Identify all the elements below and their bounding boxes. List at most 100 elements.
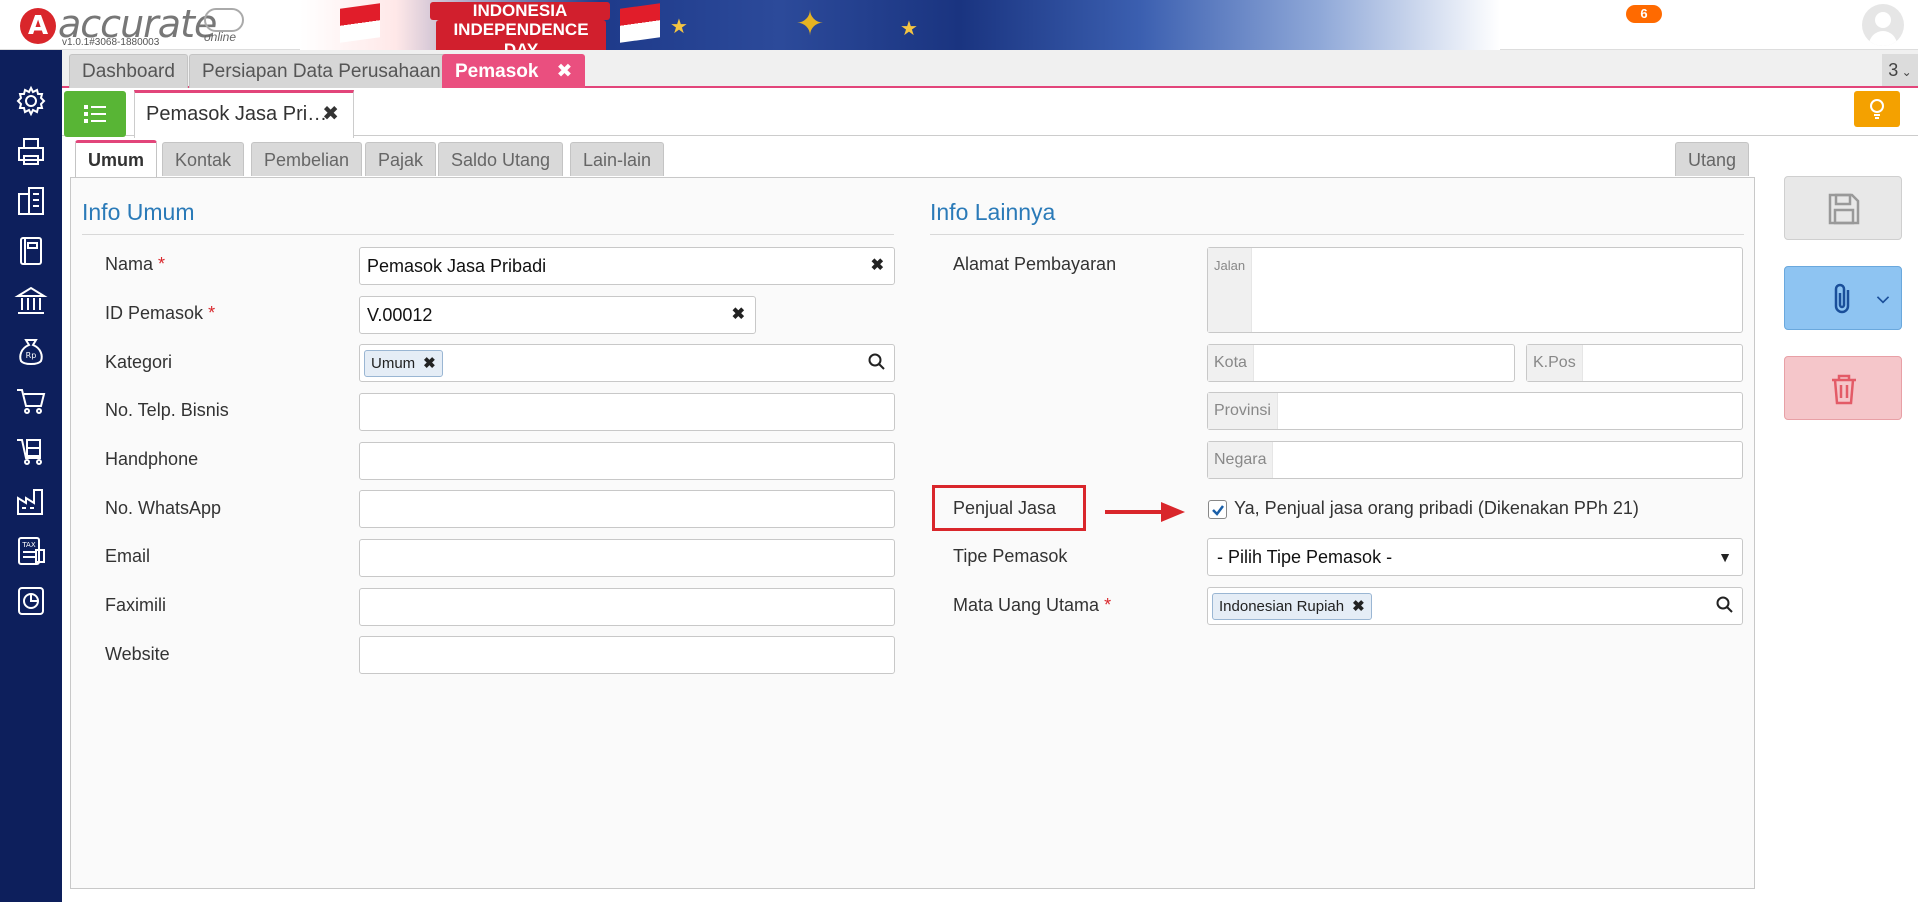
kota-input[interactable]: Kota [1207,344,1515,382]
kategori-chip[interactable]: Umum ✖ [364,350,443,377]
flag-icon [340,3,380,43]
id-pemasok-label: ID Pemasok * [105,303,215,324]
clear-icon[interactable]: ✖ [732,297,745,333]
penjual-jasa-checkbox-label[interactable]: Ya, Penjual jasa orang pribadi (Dikenaka… [1234,498,1639,519]
search-icon[interactable] [868,353,886,371]
book-icon[interactable] [14,234,48,268]
kategori-input[interactable]: Umum ✖ [359,344,895,382]
tab-overflow-count[interactable]: 3 ⌄ [1882,54,1918,86]
id-pemasok-label-text: ID Pemasok [105,303,204,323]
chevron-down-icon [1876,296,1890,304]
email-input[interactable] [359,539,895,577]
tab-label: Pemasok [455,61,539,82]
kpos-input[interactable]: K.Pos [1526,344,1743,382]
mata-uang-chip-label: Indonesian Rupiah [1219,598,1345,615]
jalan-textarea[interactable]: Jalan [1207,247,1743,333]
floppy-icon [1828,193,1860,225]
website-input[interactable] [359,636,895,674]
notification-badge[interactable]: 6 [1626,5,1662,23]
tab-saldo-utang[interactable]: Saldo Utang [438,142,564,176]
cart-stack-icon[interactable] [14,434,48,468]
tab-label: Dashboard [82,61,175,82]
save-button[interactable] [1784,176,1902,240]
tax-icon[interactable]: TAX [14,534,48,568]
factory-icon[interactable] [14,484,48,518]
gear-icon[interactable] [14,84,48,118]
bank-icon[interactable] [14,284,48,318]
mata-uang-chip[interactable]: Indonesian Rupiah ✖ [1212,593,1372,620]
website-label: Website [105,644,170,664]
document-bar: Pemasok Jasa Pri… ✖ [62,88,1918,138]
list-icon [84,105,106,123]
id-pemasok-input[interactable]: V.00012 ✖ [359,296,756,334]
banner-title-line1: INDONESIA [430,2,610,20]
search-icon[interactable] [1716,596,1734,614]
flag-icon [620,3,660,43]
remove-chip-icon[interactable]: ✖ [423,355,436,372]
nama-input[interactable]: Pemasok Jasa Pribadi ✖ [359,247,895,285]
list-menu-button[interactable] [64,91,126,137]
kota-placeholder: Kota [1208,345,1254,381]
tab-lain-lain[interactable]: Lain-lain [570,142,665,176]
search-icon[interactable] [1506,10,1536,40]
help-icon[interactable]: ? [1563,10,1593,40]
attach-button[interactable] [1784,266,1902,330]
tipe-pemasok-label: Tipe Pemasok [953,546,1068,566]
cart-icon[interactable] [14,384,48,418]
arrow-annotation-icon [1105,502,1185,522]
penjual-jasa-label: Penjual Jasa [953,498,1057,518]
document-tab[interactable]: Pemasok Jasa Pri… ✖ [134,90,354,138]
tab-dashboard[interactable]: Dashboard [69,54,188,88]
svg-text:Rp: Rp [26,351,37,360]
nama-label: Nama * [105,254,165,275]
chevron-down-icon: ▼ [1718,549,1732,565]
printer-icon[interactable] [14,134,48,168]
company-name[interactable]: CV Mitra Spesialis [1671,5,1843,29]
remove-chip-icon[interactable]: ✖ [1352,598,1365,615]
nama-value: Pemasok Jasa Pribadi [367,256,547,276]
tab-umum[interactable]: Umum [75,140,158,178]
money-bag-icon[interactable]: Rp [14,334,48,368]
tab-pembelian[interactable]: Pembelian [251,142,363,176]
avatar[interactable] [1862,4,1904,46]
lightbulb-button[interactable] [1854,91,1900,127]
logo-online-text: online [204,30,237,44]
kategori-chip-label: Umum [371,355,416,372]
building-icon[interactable] [14,184,48,218]
tab-pajak[interactable]: Pajak [365,142,437,176]
required-mark: * [208,303,216,323]
checkmark-icon [1212,505,1224,516]
section-divider [82,234,894,235]
star-icon: ★ [900,18,918,40]
nama-label-text: Nama [105,254,154,274]
provinsi-input[interactable]: Provinsi [1207,392,1743,430]
kategori-label: Kategori [105,352,173,372]
clear-icon[interactable]: ✖ [871,248,884,284]
tab-persiapan-data[interactable]: Persiapan Data Perusahaan [189,54,454,88]
telp-input[interactable] [359,393,895,431]
tab-utang[interactable]: Utang [1675,142,1750,176]
tipe-pemasok-value: - Pilih Tipe Pemasok - [1217,547,1393,567]
penjual-jasa-checkbox[interactable] [1208,500,1227,519]
lightbulb-icon [1870,99,1884,119]
close-icon[interactable]: ✖ [556,61,572,82]
telp-label: No. Telp. Bisnis [105,400,229,420]
accurate-logo[interactable]: A accurate online v1.0.1#3068-1880003 [14,2,244,48]
chart-icon[interactable] [14,584,48,618]
negara-placeholder: Negara [1208,442,1274,478]
mata-uang-label: Mata Uang Utama * [953,595,1111,616]
handphone-input[interactable] [359,442,895,480]
tab-pemasok[interactable]: Pemasok ✖ [442,54,586,88]
tipe-pemasok-select[interactable]: - Pilih Tipe Pemasok - ▼ [1207,538,1743,576]
faximili-input[interactable] [359,588,895,626]
tab-kontak[interactable]: Kontak [162,142,245,176]
delete-button[interactable] [1784,356,1902,420]
left-sidebar: Rp TAX [0,50,62,902]
whatsapp-input[interactable] [359,490,895,528]
alamat-label: Alamat Pembayaran [953,254,1117,274]
mata-uang-input[interactable]: Indonesian Rupiah ✖ [1207,587,1743,625]
version-text: v1.0.1#3068-1880003 [62,37,160,48]
paperclip-icon [1834,283,1850,314]
close-icon[interactable]: ✖ [322,93,339,135]
negara-input[interactable]: Negara [1207,441,1743,479]
